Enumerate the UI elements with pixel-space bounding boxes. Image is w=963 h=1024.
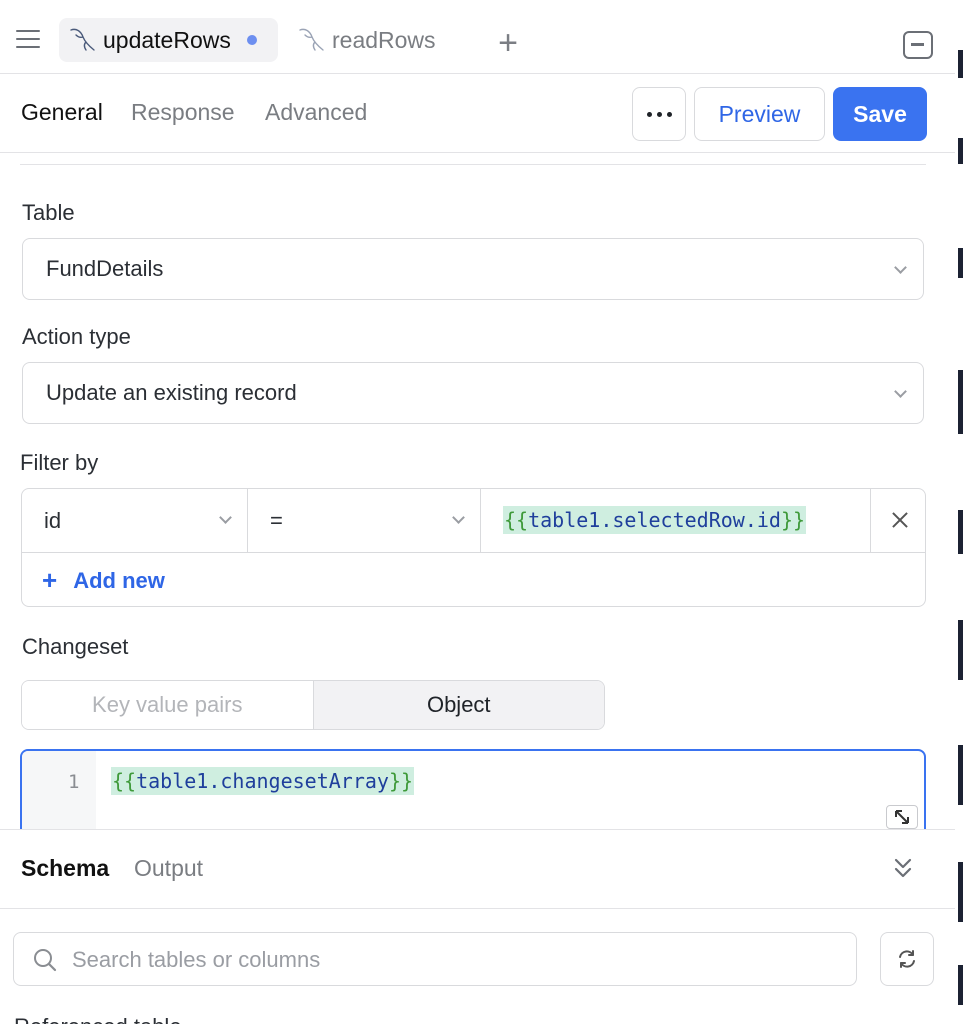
search-icon xyxy=(34,949,57,972)
ellipsis-icon xyxy=(646,111,652,117)
chevron-down-icon xyxy=(452,511,465,524)
action-type-select[interactable]: Update an existing record xyxy=(22,362,924,424)
object-option[interactable]: Object xyxy=(313,681,604,729)
chevron-down-icon xyxy=(894,385,907,398)
add-new-filter-button[interactable]: + Add new xyxy=(42,565,165,596)
expand-icon xyxy=(895,810,909,824)
close-icon xyxy=(889,509,911,531)
filter-row: id = {{table1.selectedRow.id}} xyxy=(22,489,925,553)
window-edge xyxy=(955,0,963,1024)
referenced-table-label: Referenced table xyxy=(14,1014,182,1024)
tab-label: readRows xyxy=(332,26,436,53)
filter-by-label: Filter by xyxy=(20,450,99,475)
filter-value-code: {{table1.selectedRow.id}} xyxy=(503,506,807,534)
action-type-value: Update an existing record xyxy=(46,380,297,405)
filter-column-value: id xyxy=(44,508,62,533)
mysql-dolphin-icon xyxy=(70,28,95,51)
filter-operator-value: = xyxy=(270,508,283,533)
chevron-down-icon xyxy=(894,261,907,274)
schema-output-panel-header: Schema Output xyxy=(0,829,955,909)
schema-search-input[interactable]: Search tables or columns xyxy=(13,932,857,986)
refresh-schema-button[interactable] xyxy=(880,932,934,986)
more-options-button[interactable] xyxy=(632,87,686,141)
unsaved-indicator xyxy=(246,35,257,45)
tab-read-rows[interactable]: readRows xyxy=(288,18,458,62)
mysql-dolphin-icon xyxy=(299,28,324,51)
refresh-icon xyxy=(899,950,915,968)
add-new-label: Add new xyxy=(73,567,165,593)
minimize-panel-icon[interactable] xyxy=(903,31,933,59)
action-type-label: Action type xyxy=(22,324,131,349)
tab-response[interactable]: Response xyxy=(131,99,235,126)
code-line: {{table1.changesetArray}} xyxy=(111,767,415,795)
query-tab-bar: updateRows readRows + xyxy=(0,6,955,74)
search-placeholder: Search tables or columns xyxy=(72,947,321,972)
preview-button[interactable]: Preview xyxy=(694,87,825,141)
menu-icon[interactable] xyxy=(16,30,40,50)
expand-editor-button[interactable] xyxy=(886,805,918,829)
tab-output[interactable]: Output xyxy=(134,855,203,882)
tab-general[interactable]: General xyxy=(21,99,103,126)
tab-schema[interactable]: Schema xyxy=(21,855,109,882)
changeset-code-editor[interactable]: 1 {{table1.changesetArray}} xyxy=(20,749,926,839)
remove-filter-button[interactable] xyxy=(871,489,925,553)
table-label: Table xyxy=(22,200,75,225)
filter-column-select[interactable]: id xyxy=(22,489,248,553)
changeset-label: Changeset xyxy=(22,634,129,659)
table-select-value: FundDetails xyxy=(46,256,164,281)
table-select[interactable]: FundDetails xyxy=(22,238,924,300)
add-tab-plus-icon[interactable]: + xyxy=(492,26,524,60)
query-editor-toolbar: General Response Advanced Preview Save xyxy=(0,75,955,153)
tab-label: updateRows xyxy=(103,26,231,53)
tab-advanced[interactable]: Advanced xyxy=(265,99,367,126)
filter-operator-select[interactable]: = xyxy=(248,489,481,553)
filter-group: id = {{table1.selectedRow.id}} + Add new xyxy=(21,488,926,607)
double-chevron-down-icon[interactable] xyxy=(893,856,913,880)
save-button[interactable]: Save xyxy=(833,87,927,141)
filter-value-input[interactable]: {{table1.selectedRow.id}} xyxy=(481,489,871,553)
editor-gutter: 1 xyxy=(22,751,96,839)
line-number: 1 xyxy=(68,771,80,793)
tab-update-rows[interactable]: updateRows xyxy=(59,18,278,62)
plus-icon: + xyxy=(42,565,58,595)
key-value-pairs-option[interactable]: Key value pairs xyxy=(22,681,314,729)
divider xyxy=(20,164,926,165)
chevron-down-icon xyxy=(219,511,232,524)
changeset-mode-toggle: Key value pairs Object xyxy=(21,680,605,730)
